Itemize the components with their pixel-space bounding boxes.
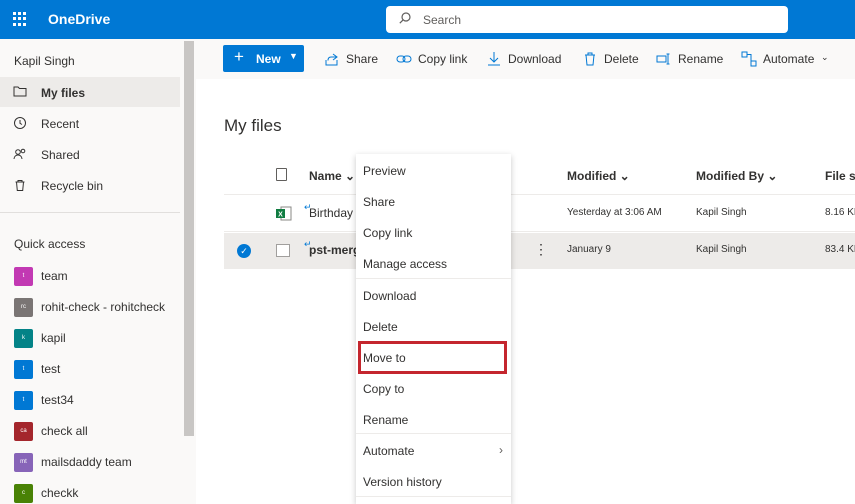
plus-icon: + (234, 47, 244, 66)
file-list-header: Name ⌄ Modified ⌄ Modified By ⌄ File si (224, 157, 855, 195)
excel-file-icon: X (276, 206, 292, 221)
site-avatar: rc (14, 298, 33, 317)
sidebar: Kapil Singh My files Recent Shared Recyc… (0, 39, 196, 504)
more-options-icon[interactable]: ⋮ (534, 241, 548, 258)
svg-text:X: X (278, 212, 283, 219)
automate-button[interactable]: Automate ⌄ (741, 51, 831, 69)
quick-access-item-mailsdaddy-team[interactable]: mt mailsdaddy team (0, 446, 180, 477)
sidebar-item-recent[interactable]: Recent (0, 108, 180, 138)
quick-access-item-kapil[interactable]: k kapil (0, 322, 180, 353)
column-header-file-size[interactable]: File si (825, 169, 855, 183)
chevron-down-icon: ⌄ (821, 52, 829, 62)
column-header-modified[interactable]: Modified ⌄ (567, 169, 630, 183)
menu-item-copy-link[interactable]: Copy link (356, 216, 511, 247)
share-icon (324, 51, 340, 67)
table-row[interactable]: X ↵ Birthday Yesterday at 3:06 AM Kapil … (224, 196, 855, 232)
sidebar-scrollbar[interactable] (184, 41, 194, 436)
site-avatar: t (14, 360, 33, 379)
file-modified-by: Kapil Singh (696, 207, 747, 218)
file-name[interactable]: Birthday (309, 206, 353, 220)
menu-divider (356, 496, 511, 497)
file-size: 8.16 KE (825, 207, 855, 218)
file-modified: Yesterday at 3:06 AM (567, 207, 662, 218)
trash-icon (13, 178, 27, 192)
app-launcher-icon[interactable] (13, 12, 27, 26)
command-bar: + New ▼ Share Copy link Download Delete … (196, 39, 855, 79)
table-row[interactable]: ✓ ↵ pst-merg ⋮ January 9 Kapil Singh 83.… (224, 233, 855, 269)
file-type-icon[interactable] (276, 168, 287, 181)
context-menu: Preview Share Copy link Manage access Do… (356, 154, 511, 504)
quick-access-heading: Quick access (14, 237, 86, 251)
sidebar-item-my-files[interactable]: My files (0, 77, 180, 107)
rename-button[interactable]: Rename (656, 51, 724, 69)
column-header-name[interactable]: Name ⌄ (309, 169, 355, 183)
user-name: Kapil Singh (14, 54, 75, 68)
quick-access-item-checkk[interactable]: c checkk (0, 477, 180, 504)
file-size: 83.4 KE (825, 244, 855, 255)
chevron-down-icon: ▼ (289, 51, 298, 61)
menu-item-automate[interactable]: Automate › (356, 434, 511, 465)
sidebar-item-recycle-bin[interactable]: Recycle bin (0, 170, 180, 200)
sidebar-item-shared[interactable]: Shared (0, 139, 180, 169)
app-title[interactable]: OneDrive (48, 11, 110, 27)
people-icon (13, 147, 27, 161)
menu-item-delete[interactable]: Delete (356, 310, 511, 341)
quick-access-item-team[interactable]: t team (0, 260, 180, 291)
site-avatar: t (14, 391, 33, 410)
flow-icon (741, 51, 757, 67)
main-content: My files Name ⌄ Modified ⌄ Modified By ⌄… (196, 79, 855, 504)
download-button[interactable]: Download (486, 51, 562, 69)
site-avatar: t (14, 267, 33, 286)
download-icon (486, 51, 502, 67)
search-placeholder: Search (423, 13, 462, 27)
chevron-right-icon: › (499, 443, 503, 457)
menu-item-manage-access[interactable]: Manage access (356, 247, 511, 278)
page-title: My files (224, 116, 282, 135)
search-icon (399, 12, 411, 24)
rename-icon (656, 51, 672, 67)
column-header-modified-by[interactable]: Modified By ⌄ (696, 169, 777, 183)
top-bar: OneDrive Search (0, 0, 855, 39)
folder-icon (13, 85, 27, 99)
site-avatar: mt (14, 453, 33, 472)
quick-access-item-rohit-check[interactable]: rc rohit-check - rohitcheck (0, 291, 180, 322)
checkmark-icon[interactable]: ✓ (237, 244, 251, 258)
menu-item-copy-to[interactable]: Copy to (356, 372, 511, 403)
delete-button[interactable]: Delete (582, 51, 640, 69)
new-button[interactable]: + New ▼ (223, 45, 304, 72)
quick-access-item-check-all[interactable]: ca check all (0, 415, 180, 446)
menu-item-download[interactable]: Download (356, 279, 511, 310)
site-avatar: ca (14, 422, 33, 441)
file-modified-by: Kapil Singh (696, 244, 747, 255)
quick-access-item-test[interactable]: t test (0, 353, 180, 384)
menu-item-preview[interactable]: Preview (356, 154, 511, 185)
clock-icon (13, 116, 27, 130)
share-button[interactable]: Share (324, 51, 380, 69)
copy-link-button[interactable]: Copy link (396, 51, 471, 69)
quick-access-item-test34[interactable]: t test34 (0, 384, 180, 415)
menu-item-version-history[interactable]: Version history (356, 465, 511, 496)
menu-item-rename[interactable]: Rename (356, 403, 511, 434)
file-name[interactable]: pst-merg (309, 243, 360, 257)
image-file-icon (276, 244, 290, 257)
site-avatar: k (14, 329, 33, 348)
link-icon (396, 51, 412, 67)
trash-icon (582, 51, 598, 67)
file-modified: January 9 (567, 244, 611, 255)
search-input[interactable]: Search (386, 6, 788, 33)
menu-item-share[interactable]: Share (356, 185, 511, 216)
site-avatar: c (14, 484, 33, 503)
menu-item-move-to[interactable]: Move to (356, 341, 511, 372)
sidebar-divider (0, 212, 180, 213)
